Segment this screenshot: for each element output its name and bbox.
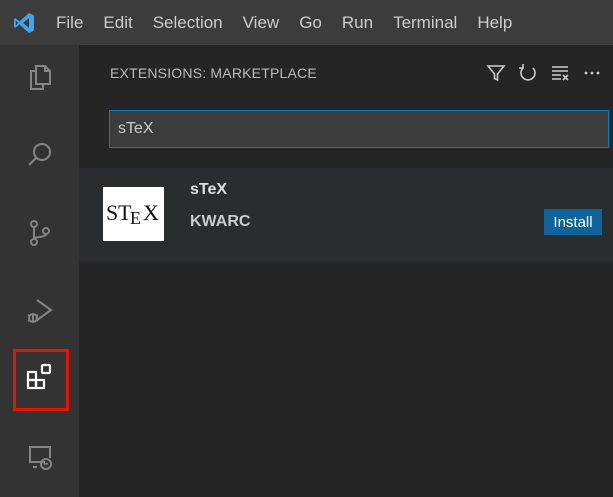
files-icon — [29, 65, 51, 90]
menu-bar: File Edit Selection View Go Run Terminal… — [48, 0, 522, 45]
extensions-sidebar: EXTENSIONS: MARKETPLACE sTeX S T E X sTe… — [79, 45, 613, 497]
menu-view[interactable]: View — [233, 0, 290, 45]
more-actions-icon — [584, 71, 600, 75]
activity-explorer[interactable] — [0, 45, 79, 109]
extensions-icon — [26, 363, 51, 390]
extension-publisher: KWARC — [190, 213, 251, 230]
activity-search[interactable] — [0, 123, 79, 187]
sidebar-actions — [483, 60, 605, 86]
clear-results-button[interactable] — [547, 60, 573, 86]
activity-run-debug[interactable] — [0, 279, 79, 343]
filter-icon — [486, 65, 506, 82]
activity-source-control[interactable] — [0, 201, 79, 265]
extensions-search-input[interactable] — [110, 119, 600, 139]
menu-go[interactable]: Go — [289, 0, 332, 45]
activity-remote-explorer[interactable] — [0, 425, 79, 489]
activity-bar — [0, 45, 79, 497]
filter-button[interactable] — [483, 60, 509, 86]
activity-extensions[interactable] — [0, 345, 79, 411]
menu-selection[interactable]: Selection — [143, 0, 233, 45]
menu-terminal[interactable]: Terminal — [383, 0, 467, 45]
extensions-search-box — [109, 110, 609, 148]
svg-text:S: S — [106, 200, 118, 225]
title-bar: File Edit Selection View Go Run Terminal… — [0, 0, 613, 45]
sidebar-title: EXTENSIONS: MARKETPLACE — [110, 65, 317, 81]
svg-text:X: X — [143, 200, 159, 225]
refresh-icon — [519, 64, 536, 81]
remote-explorer-icon — [28, 446, 52, 470]
svg-text:E: E — [130, 208, 141, 228]
sidebar-header: EXTENSIONS: MARKETPLACE — [79, 45, 613, 103]
run-debug-icon — [27, 299, 53, 323]
stex-logo-icon: S T E X — [103, 187, 164, 241]
menu-help[interactable]: Help — [467, 0, 522, 45]
menu-file[interactable]: File — [48, 0, 93, 45]
extension-name: sTeX — [190, 181, 228, 198]
refresh-button[interactable] — [515, 60, 541, 86]
install-button[interactable]: Install — [544, 209, 602, 235]
source-control-icon — [29, 220, 50, 246]
vscode-logo-icon — [0, 0, 48, 45]
search-icon — [27, 143, 51, 166]
menu-run[interactable]: Run — [332, 0, 383, 45]
menu-edit[interactable]: Edit — [93, 0, 142, 45]
extension-list-item[interactable]: S T E X sTeX KWARC Install — [79, 168, 613, 262]
clear-results-icon — [552, 66, 569, 81]
more-actions-button[interactable] — [579, 60, 605, 86]
